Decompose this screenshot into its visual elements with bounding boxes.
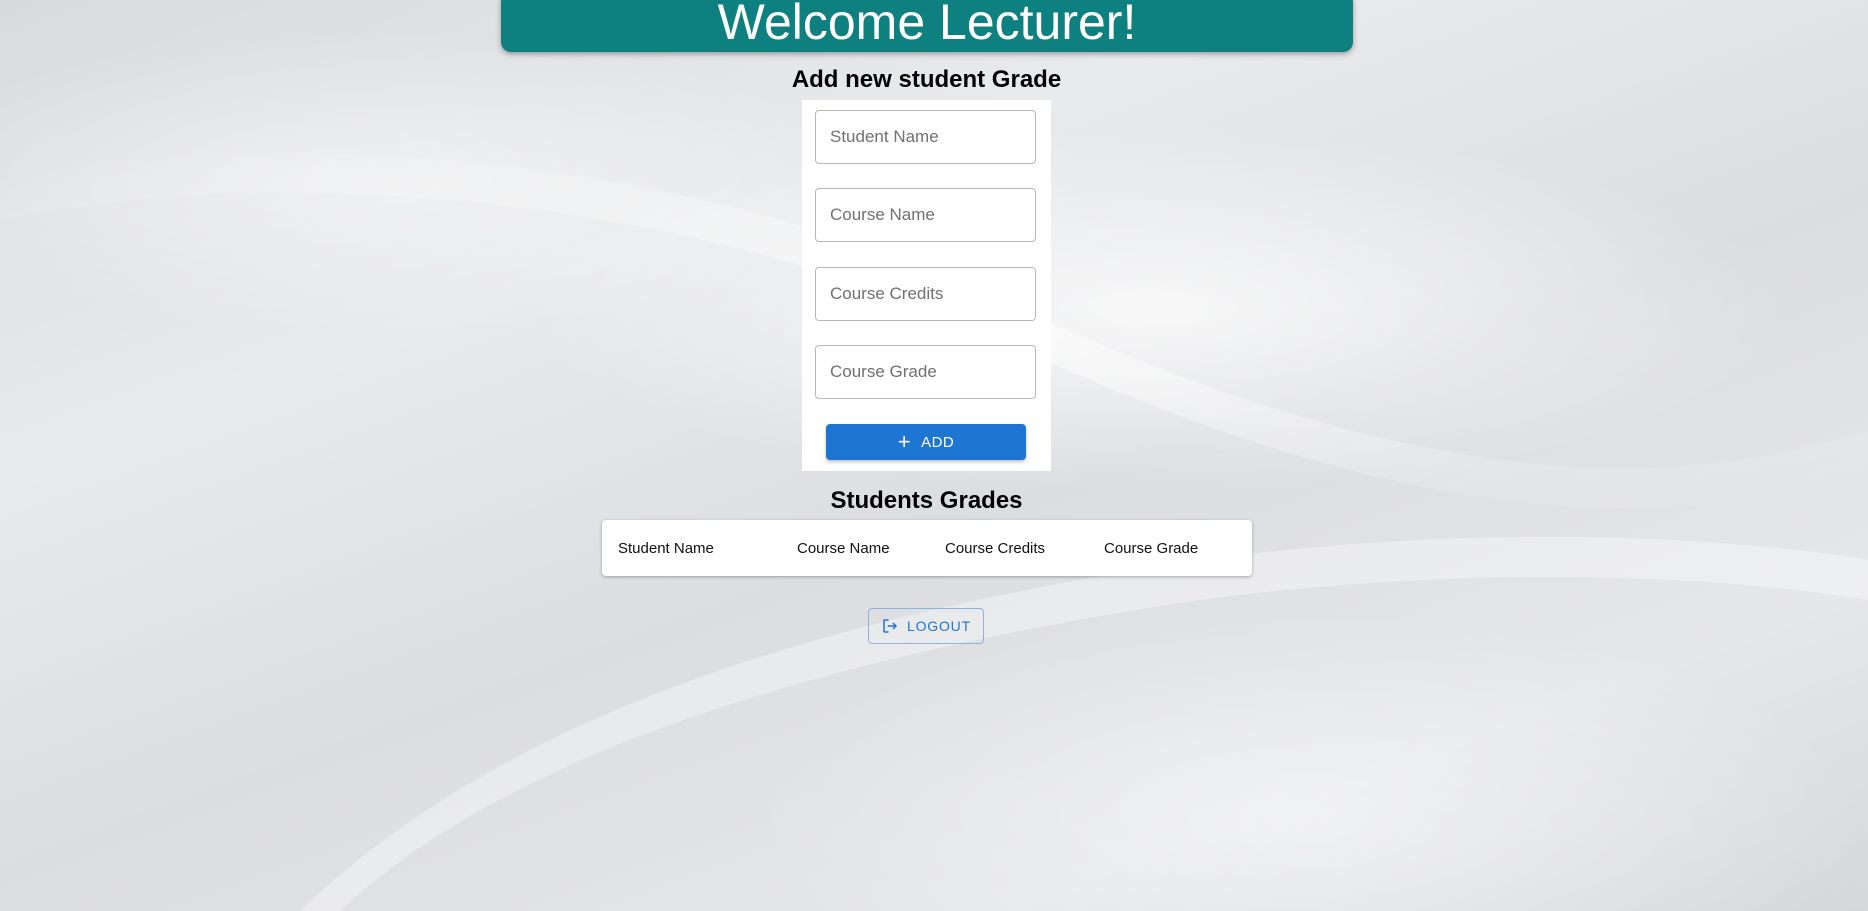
column-header-course-credits[interactable]: Course Credits (945, 540, 1045, 557)
column-header-course-grade[interactable]: Course Grade (1104, 540, 1198, 557)
course-credits-field (815, 267, 1036, 321)
course-grade-field (815, 345, 1036, 399)
page-title: Welcome Lecturer! (717, 0, 1137, 50)
student-name-input[interactable] (816, 111, 1035, 163)
grades-table: Student Name Course Name Course Credits … (602, 520, 1252, 576)
logout-button-label: LOGOUT (907, 618, 971, 634)
add-grade-form: + ADD (802, 100, 1051, 471)
student-name-field (815, 110, 1036, 164)
course-credits-input[interactable] (816, 268, 1035, 320)
course-grade-input[interactable] (816, 346, 1035, 398)
course-name-field (815, 188, 1036, 242)
add-button-label: ADD (921, 433, 955, 451)
plus-icon: + (897, 429, 912, 454)
column-header-student-name[interactable]: Student Name (618, 540, 714, 557)
logout-button[interactable]: LOGOUT (868, 608, 984, 644)
add-button[interactable]: + ADD (826, 424, 1026, 460)
add-grade-title: Add new student Grade (791, 66, 1062, 93)
column-header-course-name[interactable]: Course Name (797, 540, 890, 557)
welcome-banner: Welcome Lecturer! (501, 0, 1353, 52)
logout-icon (883, 619, 898, 633)
course-name-input[interactable] (816, 189, 1035, 241)
students-grades-title: Students Grades (830, 487, 1023, 514)
